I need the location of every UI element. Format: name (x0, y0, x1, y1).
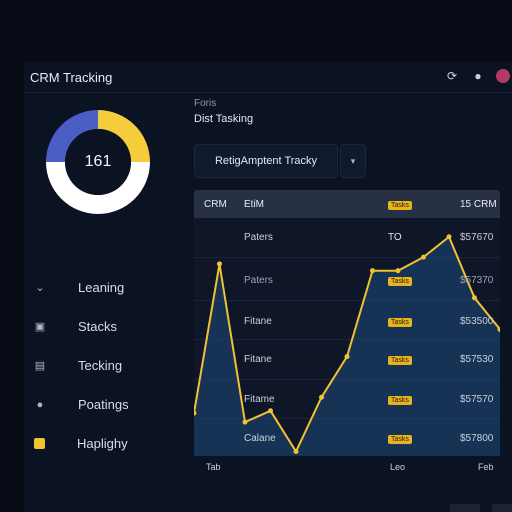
sidebar-item-leaning[interactable]: ⌄ Leaning (34, 268, 129, 307)
app-title: CRM Tracking (30, 70, 113, 85)
sidebar-item-label: Tecking (78, 358, 123, 373)
header-icons: ⟳ ● (444, 68, 510, 84)
row-name: Paters (244, 232, 273, 243)
square-icon (34, 438, 45, 449)
status-badge: Tasks (388, 356, 412, 365)
box-icon: ▣ (34, 321, 46, 333)
bottom-tab[interactable] (492, 504, 512, 512)
status-badge: Tasks (388, 396, 412, 405)
chart-point (319, 394, 324, 400)
sidebar-item-haplighy[interactable]: Haplighy (34, 424, 129, 463)
chart-point (421, 254, 426, 260)
header-divider (24, 92, 512, 93)
section-label: Foris (194, 98, 217, 109)
x-tick-label: Leo (390, 462, 406, 472)
chart-point (472, 295, 477, 301)
row-name: Paters (244, 275, 273, 286)
row-value: $53500 (460, 316, 494, 327)
row-value: $57530 (460, 354, 494, 365)
chart-point (217, 261, 222, 267)
row-value: $57670 (460, 232, 494, 243)
bottom-tab[interactable] (450, 504, 480, 512)
row-tag: TO (388, 232, 402, 243)
chevron-down-icon: ⌄ (35, 282, 45, 294)
chart-point (446, 234, 452, 240)
sidebar-item-label: Stacks (78, 319, 118, 334)
row-name: Fitane (244, 316, 272, 327)
chart-point (395, 268, 401, 274)
avatar[interactable] (496, 69, 510, 83)
section-title: Dist Tasking (194, 113, 254, 125)
status-badge: Tasks (388, 318, 412, 327)
sidebar-item-stacks[interactable]: ▣ Stacks (34, 307, 129, 346)
chart-point (242, 419, 248, 425)
status-badge: Tasks (388, 277, 412, 286)
tracking-selector-button[interactable]: RetigAmptent Tracky (194, 144, 338, 178)
status-badge: Tasks (388, 435, 412, 444)
pin-icon: ● (36, 398, 44, 411)
user-icon[interactable]: ● (470, 68, 486, 84)
row-badge-cell: Tasks (388, 275, 412, 286)
row-name: Calane (244, 433, 276, 444)
row-badge-cell: Tasks (388, 394, 412, 405)
sidebar-item-label: Poatings (78, 397, 129, 412)
file-icon: ▤ (34, 360, 46, 372)
chart-point (293, 448, 299, 454)
x-tick-label: Feb (478, 462, 494, 472)
sidebar-item-poatings[interactable]: ● Poatings (34, 385, 129, 424)
row-badge-cell: Tasks (388, 354, 412, 365)
row-badge-cell: Tasks (388, 316, 412, 327)
sidebar-nav: ⌄ Leaning ▣ Stacks ▤ Tecking ● Poatings … (34, 268, 129, 463)
caret-down-icon[interactable]: ▾ (340, 144, 366, 178)
area-chart (194, 234, 500, 456)
row-badge-cell: Tasks (388, 433, 412, 444)
chart-point (370, 268, 375, 274)
row-value: $57570 (460, 394, 494, 405)
x-tick-label: Tab (206, 462, 221, 472)
row-name: Fitame (244, 394, 275, 405)
row-value: $57370 (460, 275, 494, 286)
row-name: Fitane (244, 354, 272, 365)
chart-point (268, 408, 273, 414)
row-value: $57800 (460, 433, 494, 444)
chart-point (344, 354, 350, 360)
sidebar-item-label: Leaning (78, 280, 125, 295)
refresh-icon[interactable]: ⟳ (444, 68, 460, 84)
sidebar-item-label: Haplighy (77, 436, 128, 451)
donut-value: 161 (84, 153, 112, 170)
sidebar-item-tecking[interactable]: ▤ Tecking (34, 346, 129, 385)
chart-area-fill (194, 236, 500, 456)
